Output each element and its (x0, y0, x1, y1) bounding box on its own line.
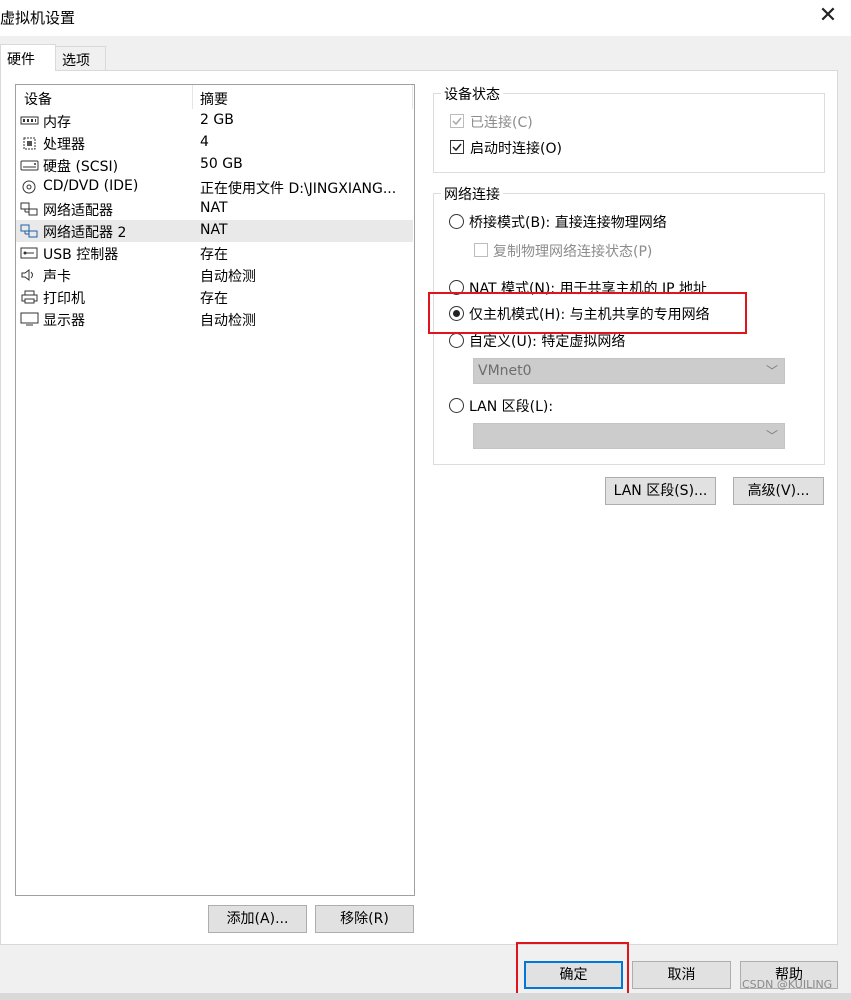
add-device-button[interactable]: 添加(A)... (208, 905, 307, 933)
device-list[interactable]: 设备 摘要 内存 2 GB 处理器 4 硬盘 (SCSI) 50 GB CD/D… (15, 84, 415, 896)
device-name: CD/DVD (IDE) (43, 178, 139, 194)
watermark: CSDN @KUILING (742, 978, 833, 991)
display-icon (20, 312, 39, 326)
device-summary: 正在使用文件 D:\JINGXIANG... (200, 181, 397, 197)
highlight-box (516, 942, 629, 1000)
cancel-button[interactable]: 取消 (632, 961, 731, 989)
device-name: USB 控制器 (43, 247, 119, 263)
custom-radio[interactable] (449, 333, 464, 348)
advanced-button[interactable]: 高级(V)... (733, 477, 824, 505)
device-summary: NAT (200, 222, 228, 238)
device-name: 声卡 (43, 269, 71, 285)
custom-network-select[interactable]: VMnet0 ﹀ (473, 358, 785, 384)
device-summary: 2 GB (200, 112, 234, 128)
taskbar-strip (0, 993, 851, 1000)
device-row-printer[interactable]: 打印机 存在 (16, 286, 413, 308)
device-name: 网络适配器 2 (43, 225, 127, 241)
column-divider[interactable] (192, 85, 193, 109)
device-row-cd-dvd[interactable]: CD/DVD (IDE) 正在使用文件 D:\JINGXIANG... (16, 176, 413, 198)
connected-checkbox[interactable] (450, 114, 464, 128)
device-name: 内存 (43, 115, 71, 131)
network-adapter-icon (20, 224, 38, 238)
lan-segments-button[interactable]: LAN 区段(S)... (605, 477, 716, 505)
column-header-summary[interactable]: 摘要 (200, 89, 228, 109)
chevron-down-icon: ﹀ (765, 364, 778, 378)
bridged-label[interactable]: 桥接模式(B): 直接连接物理网络 (469, 212, 667, 232)
highlight-box (428, 292, 747, 334)
memory-icon (20, 116, 39, 125)
check-icon (452, 117, 462, 126)
device-row-network-adapter[interactable]: 网络适配器 NAT (16, 198, 413, 220)
device-name: 打印机 (43, 291, 85, 307)
device-row-processor[interactable]: 处理器 4 (16, 132, 413, 154)
device-row-hard-disk[interactable]: 硬盘 (SCSI) 50 GB (16, 154, 413, 176)
column-divider[interactable] (412, 85, 413, 109)
device-name: 网络适配器 (43, 203, 113, 219)
custom-label[interactable]: 自定义(U): 特定虚拟网络 (469, 331, 625, 351)
title-bar: 虚拟机设置 ✕ (0, 0, 851, 36)
printer-icon (21, 290, 38, 304)
chevron-down-icon: ﹀ (765, 429, 778, 443)
column-header-device[interactable]: 设备 (24, 89, 52, 109)
device-name: 处理器 (43, 137, 85, 153)
close-icon[interactable]: ✕ (818, 4, 838, 28)
connect-at-power-on-checkbox[interactable] (450, 140, 464, 154)
device-list-header: 设备 摘要 (16, 85, 413, 109)
device-summary: 50 GB (200, 156, 243, 172)
hard-disk-icon (20, 160, 39, 171)
device-summary: NAT (200, 200, 228, 216)
device-status-group (433, 93, 825, 173)
device-name: 硬盘 (SCSI) (43, 159, 119, 175)
replicate-state-label[interactable]: 复制物理网络连接状态(P) (493, 241, 652, 261)
device-row-display[interactable]: 显示器 自动检测 (16, 308, 413, 330)
network-adapter-icon (20, 202, 38, 216)
tab-hardware[interactable]: 硬件 (0, 44, 56, 71)
device-row-network-adapter-2[interactable]: 网络适配器 2 NAT (16, 220, 413, 242)
device-row-sound-card[interactable]: 声卡 自动检测 (16, 264, 413, 286)
lan-segment-radio[interactable] (449, 398, 464, 413)
device-summary: 4 (200, 134, 209, 150)
custom-network-value: VMnet0 (478, 363, 532, 379)
tab-options[interactable]: 选项 (55, 46, 106, 70)
device-name: 显示器 (43, 313, 85, 329)
network-connection-title: 网络连接 (441, 184, 503, 204)
device-summary: 存在 (200, 291, 228, 307)
sound-card-icon (21, 269, 33, 281)
device-row-usb[interactable]: USB 控制器 存在 (16, 242, 413, 264)
bridged-radio[interactable] (449, 214, 464, 229)
device-status-title: 设备状态 (441, 84, 503, 104)
usb-icon (20, 247, 38, 259)
replicate-state-checkbox[interactable] (474, 243, 488, 257)
connected-label[interactable]: 已连接(C) (470, 112, 533, 132)
device-summary: 自动检测 (200, 313, 256, 329)
check-icon (452, 143, 462, 152)
processor-icon (23, 137, 36, 150)
cd-dvd-icon (22, 180, 36, 194)
device-summary: 自动检测 (200, 269, 256, 285)
window-title: 虚拟机设置 (0, 9, 76, 27)
remove-device-button[interactable]: 移除(R) (315, 905, 414, 933)
connect-at-power-on-label[interactable]: 启动时连接(O) (470, 138, 562, 158)
lan-segment-select[interactable]: ﹀ (473, 423, 785, 449)
device-row-memory[interactable]: 内存 2 GB (16, 110, 413, 132)
device-summary: 存在 (200, 247, 228, 263)
lan-segment-label[interactable]: LAN 区段(L): (469, 396, 553, 416)
